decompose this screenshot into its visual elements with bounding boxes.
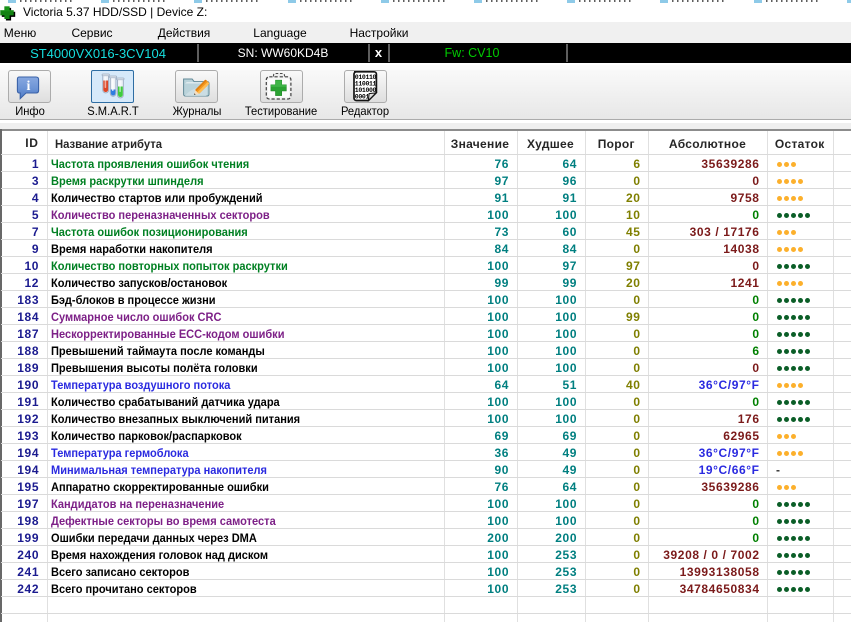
svg-text:0001: 0001: [354, 93, 369, 100]
svg-text:i: i: [26, 79, 30, 94]
